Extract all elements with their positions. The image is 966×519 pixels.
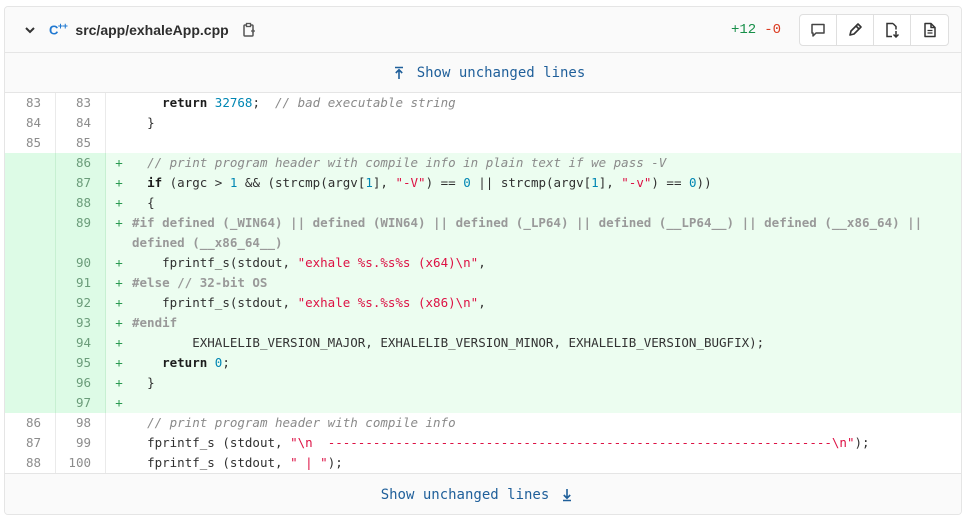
diff-line-added: 91 + #else // 32-bit OS	[5, 273, 961, 293]
diff-line: 86 98 // print program header with compil…	[5, 413, 961, 433]
old-line-number[interactable]	[5, 253, 56, 273]
diff-line-added: 92 + fprintf_s(stdout, "exhale %s.%s%s (x…	[5, 293, 961, 313]
new-line-number[interactable]: 95	[56, 353, 106, 373]
new-line-number[interactable]: 89	[56, 213, 106, 253]
show-unchanged-label: Show unchanged lines	[416, 64, 586, 81]
old-line-number[interactable]	[5, 313, 56, 333]
old-line-number[interactable]: 83	[5, 93, 56, 113]
diff-line: 87 99 fprintf_s (stdout, "\n ------------…	[5, 433, 961, 453]
diff-line-added: 89 + #if defined (_WIN64) || defined (WIN6…	[5, 213, 961, 253]
old-line-number[interactable]: 86	[5, 413, 56, 433]
download-file-button[interactable]	[874, 14, 911, 45]
new-line-number[interactable]: 98	[56, 413, 106, 433]
old-line-number[interactable]	[5, 273, 56, 293]
new-line-number[interactable]: 85	[56, 133, 106, 153]
old-line-number[interactable]: 88	[5, 453, 56, 473]
new-line-number[interactable]: 96	[56, 373, 106, 393]
diff-line-added: 94 + EXHALELIB_VERSION_MAJOR, EXHALELIB_V…	[5, 333, 961, 353]
file-download-icon	[886, 22, 900, 38]
old-line-number[interactable]	[5, 153, 56, 173]
old-line-number[interactable]: 85	[5, 133, 56, 153]
cpp-icon: C++	[49, 21, 68, 38]
line-code: {	[147, 195, 155, 210]
new-line-number[interactable]: 99	[56, 433, 106, 453]
show-unchanged-lines-bottom[interactable]: Show unchanged lines	[5, 473, 961, 514]
diff-line-added: 96 + }	[5, 373, 961, 393]
line-code: fprintf_s (stdout, "\n -----------------…	[147, 435, 870, 450]
arrow-up-icon	[393, 66, 405, 80]
line-code: #else // 32-bit OS	[132, 275, 268, 290]
new-line-number[interactable]: 83	[56, 93, 106, 113]
new-line-number[interactable]: 90	[56, 253, 106, 273]
edit-file-button[interactable]	[837, 14, 874, 45]
view-file-icon	[923, 22, 936, 37]
line-code: #if defined (_WIN64) || defined (WIN64) …	[132, 215, 923, 250]
diff-line-added: 88 + {	[5, 193, 961, 213]
line-code: // print program header with compile inf…	[147, 155, 667, 170]
diff-line-added: 95 + return 0;	[5, 353, 961, 373]
line-code: fprintf_s(stdout, "exhale %s.%s%s (x86)\…	[162, 295, 486, 310]
diff-line: 83 83 return 32768; // bad executable str…	[5, 93, 961, 113]
new-line-number[interactable]: 94	[56, 333, 106, 353]
old-line-number[interactable]: 84	[5, 113, 56, 133]
old-line-number[interactable]	[5, 213, 56, 253]
new-line-number[interactable]: 86	[56, 153, 106, 173]
diff-stats: +12 -0	[731, 22, 781, 38]
new-line-number[interactable]: 92	[56, 293, 106, 313]
file-actions	[799, 13, 949, 46]
line-code: #endif	[132, 315, 178, 330]
show-unchanged-label: Show unchanged lines	[380, 486, 550, 503]
old-line-number[interactable]	[5, 293, 56, 313]
new-line-number[interactable]: 97	[56, 393, 106, 413]
line-code: return 0;	[162, 355, 230, 370]
new-line-number[interactable]: 84	[56, 113, 106, 133]
old-line-number[interactable]	[5, 393, 56, 413]
new-line-number[interactable]: 100	[56, 453, 106, 473]
copy-icon[interactable]	[241, 22, 257, 38]
diff-line-added: 97 +	[5, 393, 961, 413]
old-line-number[interactable]	[5, 193, 56, 213]
file-path[interactable]: src/app/exhaleApp.cpp	[75, 22, 228, 38]
toggle-comments-button[interactable]	[800, 14, 837, 45]
old-line-number[interactable]	[5, 173, 56, 193]
additions-count: +12	[730, 21, 757, 38]
new-line-number[interactable]: 91	[56, 273, 106, 293]
old-line-number[interactable]	[5, 353, 56, 373]
diff-line-added: 93 + #endif	[5, 313, 961, 333]
new-line-number[interactable]: 87	[56, 173, 106, 193]
diff-line: 84 84 }	[5, 113, 961, 133]
view-file-button[interactable]	[911, 15, 948, 45]
new-line-number[interactable]: 88	[56, 193, 106, 213]
pencil-icon	[849, 22, 862, 36]
line-code: EXHALELIB_VERSION_MAJOR, EXHALELIB_VERSI…	[192, 335, 765, 350]
old-line-number[interactable]: 87	[5, 433, 56, 453]
show-unchanged-lines-top[interactable]: Show unchanged lines	[5, 53, 961, 93]
diff-lines: 83 83 return 32768; // bad executable str…	[5, 93, 961, 473]
new-line-number[interactable]: 93	[56, 313, 106, 333]
chevron-down-icon[interactable]	[23, 23, 37, 37]
diff-line: 85 85	[5, 133, 961, 153]
file-header: C++ src/app/exhaleApp.cpp +12 -0	[5, 7, 961, 53]
diff-file: C++ src/app/exhaleApp.cpp +12 -0 Show un…	[4, 6, 962, 515]
line-code: }	[147, 115, 155, 130]
line-code: return 32768; // bad executable string	[162, 95, 456, 110]
line-code: fprintf_s(stdout, "exhale %s.%s%s (x64)\…	[162, 255, 486, 270]
diff-line-added: 90 + fprintf_s(stdout, "exhale %s.%s%s (x…	[5, 253, 961, 273]
comment-icon	[811, 23, 825, 37]
deletions-count: -0	[764, 21, 781, 38]
line-code: if (argc > 1 && (strcmp(argv[1], "-V") =…	[147, 175, 712, 190]
diff-line: 88 100 fprintf_s (stdout, " | ");	[5, 453, 961, 473]
line-code: // print program header with compile inf…	[147, 415, 456, 430]
line-code: }	[147, 375, 155, 390]
diff-line-added: 87 + if (argc > 1 && (strcmp(argv[1], "-V…	[5, 173, 961, 193]
diff-line-added: 86 + // print program header with compile…	[5, 153, 961, 173]
line-code: fprintf_s (stdout, " | ");	[147, 455, 343, 470]
old-line-number[interactable]	[5, 373, 56, 393]
arrow-down-icon	[561, 488, 573, 502]
old-line-number[interactable]	[5, 333, 56, 353]
